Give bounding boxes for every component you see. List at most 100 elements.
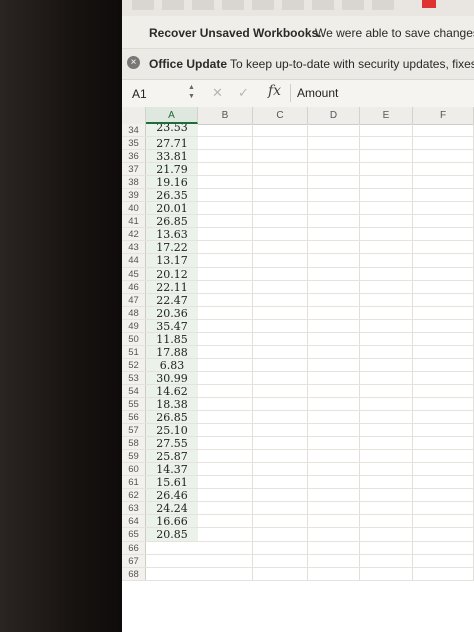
empty-cell[interactable] <box>198 541 253 554</box>
empty-cell[interactable] <box>198 384 253 397</box>
empty-cell[interactable] <box>413 124 474 137</box>
empty-cell[interactable] <box>253 437 308 450</box>
empty-cell[interactable] <box>360 384 413 397</box>
empty-cell[interactable] <box>198 345 253 358</box>
empty-cell[interactable] <box>308 489 360 502</box>
empty-cell[interactable] <box>308 371 360 384</box>
cell-a[interactable]: 17.88 <box>146 345 198 359</box>
row-number[interactable]: 66 <box>122 541 146 554</box>
empty-cell[interactable] <box>308 345 360 358</box>
empty-cell[interactable] <box>413 280 474 293</box>
empty-cell[interactable] <box>360 228 413 241</box>
empty-cell[interactable] <box>413 267 474 280</box>
row-number[interactable]: 40 <box>122 202 146 215</box>
row-number[interactable]: 46 <box>122 280 146 293</box>
empty-cell[interactable] <box>413 241 474 254</box>
empty-cell[interactable] <box>413 397 474 411</box>
empty-cell[interactable] <box>253 202 308 215</box>
empty-cell[interactable] <box>308 463 360 476</box>
empty-cell[interactable] <box>253 124 308 137</box>
empty-cell[interactable] <box>198 502 253 515</box>
empty-cell[interactable] <box>413 411 474 424</box>
empty-cell[interactable] <box>413 150 474 163</box>
empty-cell[interactable] <box>413 384 474 397</box>
cell-a[interactable]: 25.10 <box>146 424 198 437</box>
empty-cell[interactable] <box>360 371 413 384</box>
empty-cell[interactable] <box>308 228 360 241</box>
empty-cell[interactable] <box>360 137 413 150</box>
cell-a[interactable]: 27.71 <box>146 137 198 150</box>
empty-cell[interactable] <box>308 332 360 345</box>
empty-cell[interactable] <box>198 280 253 293</box>
cell-a[interactable]: 22.11 <box>146 280 198 294</box>
cell-a[interactable]: 19.16 <box>146 176 198 189</box>
empty-cell[interactable] <box>360 267 413 280</box>
empty-cell[interactable] <box>308 528 360 541</box>
empty-cell[interactable] <box>360 528 413 541</box>
column-header-d[interactable]: D <box>308 107 360 124</box>
recover-message[interactable]: We were able to save changes <box>315 26 474 40</box>
cell-a[interactable]: 18.38 <box>146 397 198 411</box>
empty-cell[interactable] <box>198 424 253 437</box>
empty-cell[interactable] <box>360 176 413 189</box>
row-number[interactable]: 54 <box>122 384 146 397</box>
row-number[interactable]: 38 <box>122 176 146 189</box>
empty-cell[interactable] <box>413 254 474 267</box>
empty-cell[interactable] <box>360 280 413 293</box>
empty-cell[interactable] <box>253 554 308 567</box>
empty-cell[interactable] <box>413 228 474 241</box>
empty-cell[interactable] <box>308 306 360 319</box>
empty-cell[interactable] <box>198 176 253 189</box>
cell-a[interactable]: 22.47 <box>146 293 198 307</box>
empty-cell[interactable] <box>360 332 413 345</box>
empty-cell[interactable] <box>253 176 308 189</box>
row-number[interactable]: 63 <box>122 502 146 515</box>
empty-cell[interactable] <box>360 424 413 437</box>
empty-cell[interactable] <box>413 567 474 580</box>
cell-a[interactable]: 26.85 <box>146 411 198 424</box>
empty-cell[interactable] <box>198 528 253 541</box>
empty-cell[interactable] <box>253 163 308 176</box>
empty-cell[interactable] <box>308 515 360 528</box>
empty-cell[interactable] <box>253 411 308 424</box>
empty-cell[interactable] <box>413 502 474 515</box>
row-number[interactable]: 53 <box>122 371 146 384</box>
row-number[interactable]: 43 <box>122 241 146 254</box>
empty-cell[interactable] <box>198 150 253 163</box>
empty-cell[interactable] <box>413 332 474 345</box>
empty-cell[interactable] <box>308 554 360 567</box>
empty-cell[interactable] <box>253 254 308 267</box>
cell-a[interactable]: 11.85 <box>146 332 198 346</box>
toolbar-button[interactable] <box>132 0 154 10</box>
empty-cell[interactable] <box>253 515 308 528</box>
row-number[interactable]: 55 <box>122 397 146 411</box>
empty-cell[interactable] <box>253 371 308 384</box>
empty-cell[interactable] <box>253 528 308 541</box>
empty-cell[interactable] <box>198 306 253 319</box>
row-number[interactable]: 67 <box>122 554 146 567</box>
empty-cell[interactable] <box>360 163 413 176</box>
empty-cell[interactable] <box>413 189 474 202</box>
name-box-dropdown-icon[interactable]: ▲ ▼ <box>188 83 195 101</box>
empty-cell[interactable] <box>308 254 360 267</box>
row-number[interactable]: 58 <box>122 437 146 450</box>
empty-cell[interactable] <box>253 476 308 489</box>
empty-cell[interactable] <box>198 567 253 580</box>
toolbar-button[interactable] <box>192 0 214 10</box>
empty-cell[interactable] <box>413 202 474 215</box>
empty-cell[interactable] <box>253 306 308 319</box>
empty-cell[interactable] <box>253 319 308 332</box>
empty-cell[interactable] <box>253 397 308 411</box>
empty-cell[interactable] <box>198 411 253 424</box>
empty-cell[interactable] <box>198 202 253 215</box>
row-number[interactable]: 35 <box>122 137 146 150</box>
empty-cell[interactable] <box>360 476 413 489</box>
empty-cell[interactable] <box>413 554 474 567</box>
cell-a[interactable] <box>146 567 198 580</box>
empty-cell[interactable] <box>253 215 308 228</box>
cell-a[interactable]: 17.22 <box>146 241 198 254</box>
empty-cell[interactable] <box>360 489 413 502</box>
row-number[interactable]: 52 <box>122 358 146 371</box>
column-header-c[interactable]: C <box>253 107 308 124</box>
cancel-icon[interactable]: ✕ <box>212 85 223 101</box>
